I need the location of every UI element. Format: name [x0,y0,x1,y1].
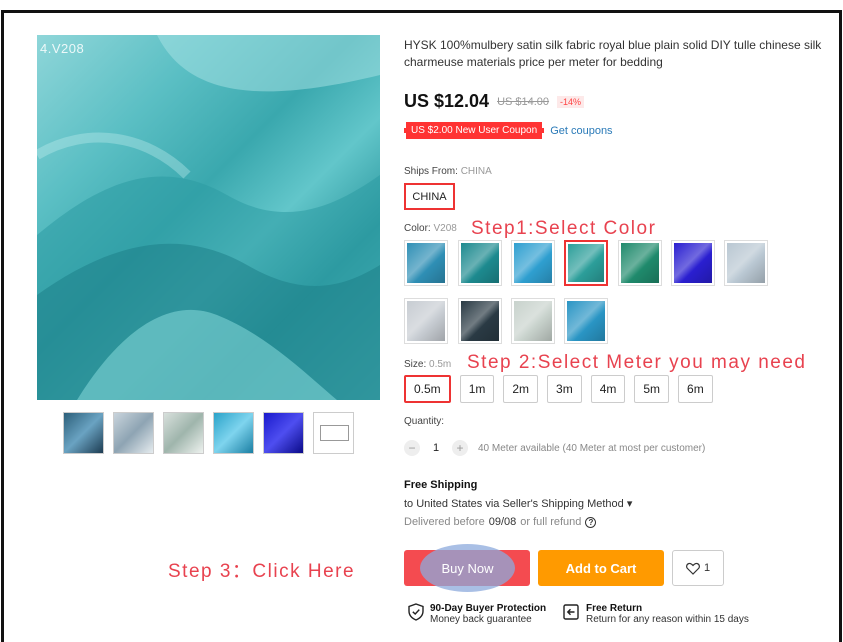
silk-fabric-image [37,35,380,400]
swatch-image [674,243,712,283]
add-to-cart-button[interactable]: Add to Cart [538,550,664,586]
step3-annotation: Step 3：Click Here [168,561,356,582]
image-variant-label: 4.V208 [40,41,85,56]
swatch-image [407,301,445,341]
delivery-estimate: Delivered before 09/08 or full refund ? [404,516,597,528]
color-swatch[interactable] [458,240,502,286]
swatch-image [621,243,659,283]
quantity-decrease-button[interactable]: − [404,440,420,456]
free-return-subtitle: Return for any reason within 15 days [586,614,749,625]
original-price: US $14.00 [497,95,550,108]
size-option[interactable]: 0.5m [404,375,451,403]
thumbnail-size-chart[interactable] [313,412,354,454]
swatch-image [514,243,552,283]
ships-from-label-text: Ships From: [404,166,458,177]
size-label-text: Size: [404,359,427,370]
color-swatch[interactable] [404,298,448,344]
buyer-protection-title: 90-Day Buyer Protection [430,603,547,614]
wishlist-button[interactable]: 1 [672,550,724,586]
buyer-protection: 90-Day Buyer Protection Money back guara… [408,603,546,625]
step1-annotation: Step1:Select Color [471,218,657,239]
size-value: 0.5m [429,359,452,370]
price-row: US $12.04 US $14.00 -14% [404,91,585,112]
size-options: 0.5m 1m 2m 3m 4m 5m 6m [404,375,713,403]
current-price: US $12.04 [404,91,490,111]
size-option[interactable]: 3m [547,375,582,403]
color-swatch[interactable] [564,298,608,344]
size-option[interactable]: 5m [634,375,670,403]
ships-from-option-china[interactable]: CHINA [404,183,455,210]
quantity-availability-note: 40 Meter available (40 Meter at most per… [478,442,706,454]
delivery-suffix: or full refund [520,516,582,528]
wishlist-count: 1 [703,562,711,574]
step2-annotation: Step 2:Select Meter you may need [467,352,807,373]
size-option[interactable]: 4m [590,375,626,403]
color-swatch[interactable] [511,298,555,344]
return-icon [563,604,579,620]
thumbnail-image[interactable] [263,412,304,454]
swatch-image [461,243,499,283]
quantity-label: Quantity: [404,416,445,427]
new-user-coupon-badge: US $2.00 New User Coupon [404,122,545,139]
size-label: Size: 0.5m [404,359,451,370]
shield-check-icon [408,603,424,621]
thumbnail-video[interactable] [63,412,104,454]
swatch-image [407,243,445,283]
color-swatch[interactable] [564,240,608,286]
swatch-image [514,301,552,341]
color-swatch[interactable] [511,240,555,286]
color-swatch[interactable] [724,240,768,286]
thumbnail-strip [63,412,354,454]
thumbnail-image[interactable] [113,412,154,454]
size-option[interactable]: 6m [678,375,713,403]
heart-icon [685,562,700,575]
color-swatch[interactable] [404,240,448,286]
size-option[interactable]: 1m [459,375,495,403]
quantity-stepper: − 1 + 40 Meter available (40 Meter at mo… [404,440,705,456]
ships-from-value: CHINA [460,166,492,177]
coupon-row: US $2.00 New User Coupon Get coupons [404,122,613,139]
discount-badge: -14% [557,95,585,108]
swatch-image [568,244,604,282]
color-label: Color: V208 [404,223,457,234]
color-label-text: Color: [404,223,431,234]
quantity-value[interactable]: 1 [430,442,442,454]
delivery-prefix: Delivered before [404,516,485,528]
buy-now-highlight[interactable]: Buy Now [420,544,515,592]
swatch-image [727,243,765,283]
size-option[interactable]: 2m [503,375,539,403]
shipping-method-dropdown[interactable]: to United States via Seller's Shipping M… [404,497,632,510]
color-swatch[interactable] [618,240,662,286]
quantity-increase-button[interactable]: + [452,440,468,456]
color-value: V208 [433,223,457,234]
swatch-image [567,301,605,341]
thumbnail-image[interactable] [163,412,204,454]
ships-from-label: Ships From: CHINA [404,166,492,177]
size-chart-icon [320,425,349,441]
free-shipping-title: Free Shipping [404,479,478,491]
product-main-image[interactable]: 4.V208 [37,35,380,400]
swatch-image [461,301,499,341]
get-coupons-link[interactable]: Get coupons [550,125,612,137]
thumbnail-image[interactable] [213,412,254,454]
help-question-icon[interactable]: ? [585,516,597,528]
color-swatch[interactable] [458,298,502,344]
delivery-date: 09/08 [488,516,517,528]
product-title: HYSK 100%mulbery satin silk fabric royal… [404,38,822,69]
free-return-title: Free Return [586,603,643,614]
free-return: Free Return Return for any reason within… [562,603,749,625]
color-swatch[interactable] [671,240,715,286]
buyer-protection-subtitle: Money back guarantee [430,614,532,625]
